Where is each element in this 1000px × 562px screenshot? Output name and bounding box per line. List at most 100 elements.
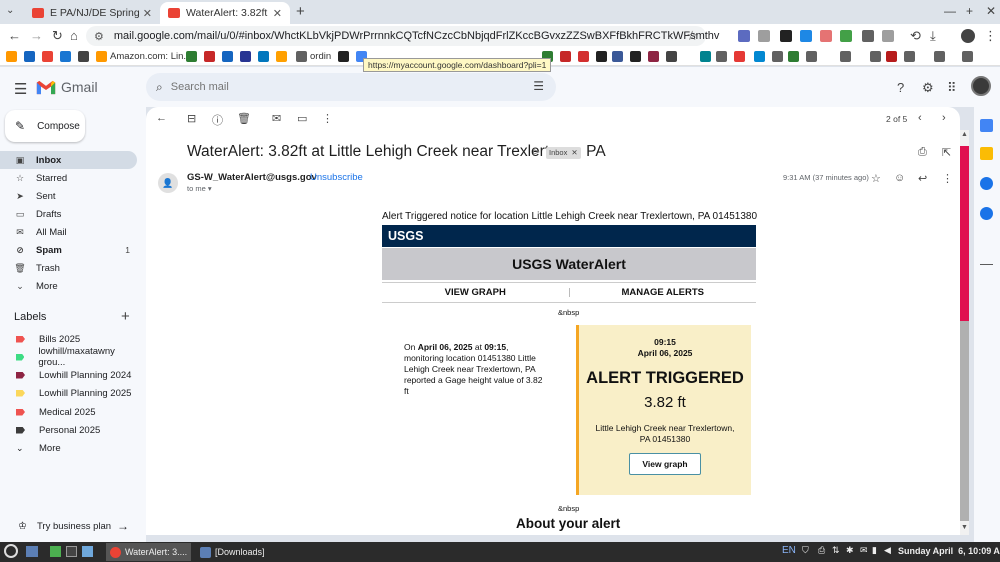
tab-search-icon[interactable]: ⌄ [6, 5, 14, 16]
bookmark-icon[interactable] [42, 51, 53, 62]
download-icon[interactable]: ⤓ [930, 28, 936, 44]
amazon-bookmark-icon[interactable] [96, 51, 107, 62]
files-icon[interactable] [82, 546, 93, 557]
close-tab-icon[interactable]: ✕ [273, 7, 282, 20]
shield-icon[interactable]: ⛉ [802, 545, 809, 556]
address-bar[interactable]: ⚙ mail.google.com/mail/u/0/#inbox/WhctKL… [86, 26, 719, 46]
volume-icon[interactable]: ◀ [884, 545, 891, 556]
extension-icon[interactable] [862, 30, 874, 42]
folder-icon[interactable] [962, 51, 973, 62]
downloads-taskbar-button[interactable]: [Downloads] [196, 543, 269, 561]
label-item[interactable]: Medical 2025 [0, 403, 137, 421]
folder-icon[interactable] [840, 51, 851, 62]
extension-icon[interactable] [840, 30, 852, 42]
search-options-icon[interactable]: ☰ [533, 79, 544, 93]
reload-icon[interactable]: ↻ [52, 28, 63, 44]
sidebar-item-all-mail[interactable]: ✉ All Mail [0, 223, 137, 241]
minimize-window-icon[interactable]: — [944, 4, 956, 18]
extension-icon[interactable] [738, 30, 750, 42]
notifications-icon[interactable]: ✉ [860, 545, 868, 556]
sidebar-item-inbox[interactable]: ▣ Inbox [0, 151, 137, 169]
recipient-details[interactable]: to me ▾ [187, 184, 212, 193]
home-icon[interactable]: ⌂ [70, 28, 78, 43]
bookmark-icon[interactable] [6, 51, 17, 62]
compose-button[interactable]: ✎ Compose [5, 110, 85, 142]
unsubscribe-link[interactable]: Unsubscribe [310, 172, 363, 183]
add-label-icon[interactable]: + [121, 308, 130, 325]
clock[interactable]: Sunday April 6, 10:09 AM [898, 546, 1000, 556]
contacts-icon[interactable] [980, 207, 993, 220]
bookmark-icon[interactable] [788, 51, 799, 62]
sidebar-item-spam[interactable]: ⊘ Spam 1 [0, 241, 137, 259]
get-addons-icon[interactable]: — [980, 257, 993, 270]
bookmark-icon[interactable] [60, 51, 71, 62]
mark-unread-icon[interactable]: ✉ [272, 112, 281, 125]
bookmark-icon[interactable] [258, 51, 269, 62]
apps-grid-icon[interactable]: ⠿ [947, 80, 957, 96]
remove-label-icon[interactable]: ✕ [571, 147, 577, 159]
folder-icon[interactable] [904, 51, 915, 62]
extension-icon[interactable] [820, 30, 832, 42]
bookmark-icon[interactable] [222, 51, 233, 62]
bookmark-icon[interactable] [630, 51, 641, 62]
search-icon[interactable]: ⌕ [156, 80, 163, 95]
show-desktop-icon[interactable] [26, 546, 38, 557]
settings-gear-icon[interactable]: ⚙ [922, 80, 934, 96]
back-icon[interactable]: ← [8, 28, 21, 43]
sidebar-item-trash[interactable]: 🗑 Trash [0, 259, 137, 277]
keep-icon[interactable] [980, 147, 993, 160]
label-item[interactable]: Lowhill Planning 2024 [0, 366, 137, 384]
forward-icon[interactable]: → [30, 28, 43, 43]
tasks-icon[interactable] [980, 177, 993, 190]
archive-icon[interactable]: ⊟ [187, 112, 196, 125]
help-icon[interactable]: ? [897, 80, 904, 95]
printer-icon[interactable]: ⎙ [818, 545, 825, 556]
sidebar-item-sent[interactable]: ➤ Sent [0, 187, 137, 205]
scroll-up-icon[interactable]: ▲ [961, 131, 968, 138]
bookmark-icon[interactable] [596, 51, 607, 62]
folder-icon[interactable] [934, 51, 945, 62]
bookmark-icon[interactable] [700, 51, 711, 62]
facebook-bookmark-icon[interactable] [612, 51, 623, 62]
bookmark-icon[interactable] [578, 51, 589, 62]
bookmark-icon[interactable] [666, 51, 677, 62]
sidebar-item-starred[interactable]: ☆ Starred [0, 169, 137, 187]
print-icon[interactable]: ⎙ [918, 146, 927, 159]
network-icon[interactable]: ⇅ [832, 545, 840, 556]
label-item[interactable]: Personal 2025 [0, 421, 137, 439]
view-graph-link[interactable]: VIEW GRAPH [382, 283, 569, 302]
bookmark-icon[interactable] [648, 51, 659, 62]
bookmark-icon[interactable] [886, 51, 897, 62]
newer-message-icon[interactable]: ‹ [918, 112, 922, 124]
battery-icon[interactable]: ▮ [872, 545, 877, 556]
youtube-bookmark-icon[interactable] [734, 51, 745, 62]
history-icon[interactable]: ⟲ [910, 28, 921, 44]
importance-marker-icon[interactable]: ⊳ [532, 147, 540, 158]
app-launcher-icon[interactable] [50, 546, 61, 557]
folder-icon[interactable] [870, 51, 881, 62]
extension-icon[interactable] [780, 30, 792, 42]
label-item[interactable]: lowhill/maxatawny grou... [0, 346, 137, 368]
message-more-icon[interactable]: ⋮ [942, 172, 953, 185]
bookmark-ordin[interactable]: ordin [310, 51, 331, 62]
bookmark-icon[interactable] [716, 51, 727, 62]
star-message-icon[interactable]: ☆ [871, 172, 881, 185]
bookmark-icon[interactable] [186, 51, 197, 62]
search-input[interactable] [170, 81, 511, 93]
browser-menu-icon[interactable]: ⋮ [984, 28, 997, 44]
site-info-icon[interactable]: ⚙ [94, 30, 104, 43]
folder-icon[interactable] [772, 51, 783, 62]
chrome-taskbar-button[interactable]: WaterAlert: 3.... [106, 543, 192, 561]
bookmark-icon[interactable] [754, 51, 765, 62]
main-menu-icon[interactable]: ☰ [14, 80, 27, 98]
maximize-window-icon[interactable]: + [966, 4, 973, 18]
label-item[interactable]: Lowhill Planning 2025 [0, 384, 137, 402]
sidebar-item-drafts[interactable]: ▭ Drafts [0, 205, 137, 223]
open-new-window-icon[interactable]: ⇱ [942, 146, 951, 159]
bookmark-icon[interactable] [338, 51, 349, 62]
reply-icon[interactable]: ↩ [918, 172, 927, 185]
folder-icon[interactable] [806, 51, 817, 62]
manage-alerts-link[interactable]: MANAGE ALERTS [570, 283, 757, 302]
back-to-inbox-icon[interactable]: ← [156, 112, 167, 124]
more-options-icon[interactable]: ⋮ [322, 112, 333, 125]
